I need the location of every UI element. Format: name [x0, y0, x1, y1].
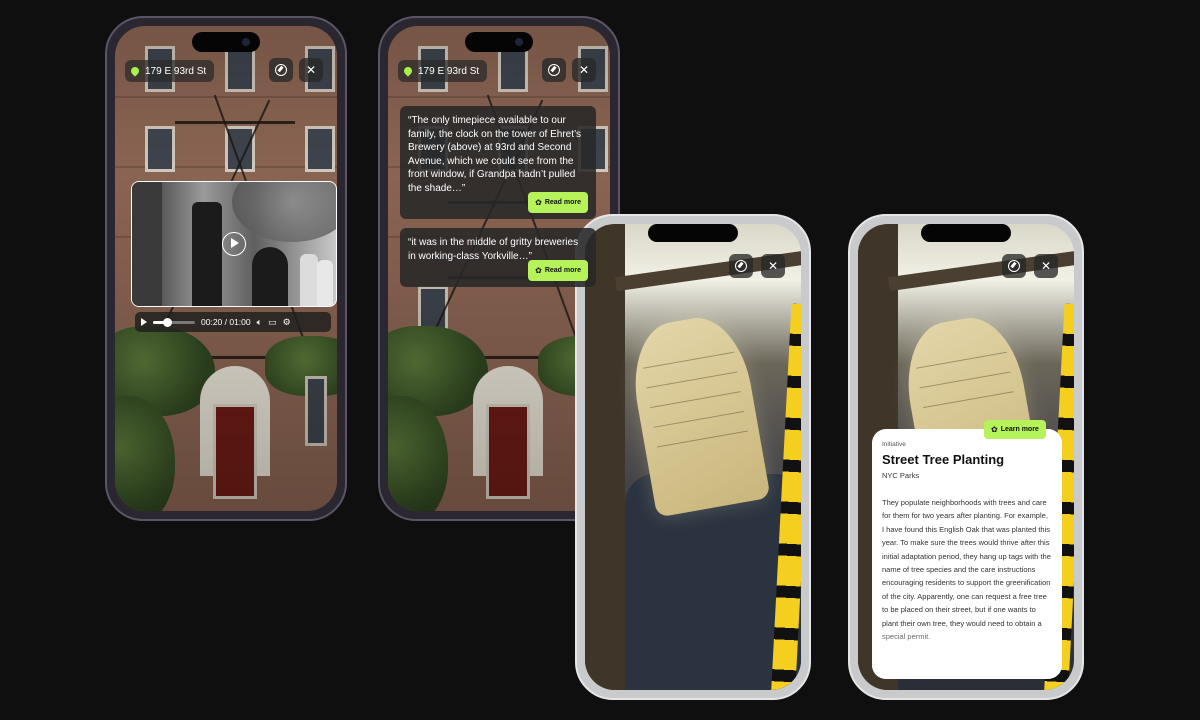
location-label: 179 E 93rd St	[145, 65, 207, 77]
volume-icon[interactable]: 🔈︎	[257, 317, 262, 328]
settings-icon[interactable]: ⚙︎	[283, 317, 291, 328]
info-org: NYC Parks	[882, 471, 920, 480]
close-button[interactable]: ✕	[572, 58, 596, 82]
notch	[192, 32, 260, 52]
compass-button[interactable]	[729, 254, 753, 278]
compass-icon	[1008, 260, 1020, 272]
video-controls: 00:20 / 01:00 🔈︎ ▭ ⚙︎	[135, 312, 331, 332]
phone-tree-tag-screen: ✕	[575, 214, 811, 700]
location-label: 179 E 93rd St	[418, 65, 480, 77]
close-button[interactable]: ✕	[761, 254, 785, 278]
location-pill[interactable]: 179 E 93rd St	[398, 60, 488, 82]
info-kicker: Initiative	[882, 441, 906, 448]
read-more-label: Read more	[544, 198, 581, 206]
phone-video-screen: 179 E 93rd St ✕ 00:20 / 01:00 🔈︎ ▭ ⚙︎	[105, 16, 347, 521]
quote-text-2: “it was in the middle of gritty brewerie…	[408, 237, 579, 262]
close-icon: ✕	[305, 63, 317, 77]
video-player[interactable]	[131, 181, 337, 307]
building-scene: 179 E 93rd St ✕ 00:20 / 01:00 🔈︎ ▭ ⚙︎	[115, 26, 337, 511]
notch	[921, 224, 1011, 242]
compass-icon	[548, 64, 560, 76]
close-button[interactable]: ✕	[1034, 254, 1058, 278]
tree-scene: ✕	[585, 224, 801, 690]
compass-button[interactable]	[542, 58, 566, 82]
learn-more-button[interactable]: ✿ Learn more	[984, 420, 1046, 439]
read-more-button-1[interactable]: ✿ Read more	[528, 191, 588, 213]
read-more-button-2[interactable]: ✿ Read more	[528, 259, 588, 281]
location-pill[interactable]: 179 E 93rd St	[125, 60, 215, 82]
read-more-label: Read more	[544, 266, 581, 274]
play-overlay-icon[interactable]	[222, 232, 246, 256]
quote-card-1: “The only timepiece available to our fam…	[400, 106, 596, 219]
play-icon[interactable]	[141, 318, 147, 326]
close-button[interactable]: ✕	[299, 58, 323, 82]
info-title: Street Tree Planting	[882, 452, 1005, 467]
notch	[465, 32, 533, 52]
close-icon: ✕	[1040, 259, 1052, 273]
quote-text-1: “The only timepiece available to our fam…	[408, 115, 582, 194]
compass-button[interactable]	[1002, 254, 1026, 278]
tree-scene: ✕ ✿ Learn more Initiative Street Tree Pl…	[858, 224, 1074, 690]
compass-icon	[275, 64, 287, 76]
location-pin-icon	[402, 65, 414, 77]
notch	[648, 224, 738, 242]
sprout-icon: ✿	[535, 265, 542, 275]
progress-slider[interactable]	[153, 317, 195, 327]
compass-icon	[735, 260, 747, 272]
time-readout: 00:20 / 01:00	[201, 317, 251, 327]
close-icon: ✕	[767, 259, 779, 273]
close-icon: ✕	[578, 63, 590, 77]
sprout-icon: ✿	[991, 425, 998, 434]
sprout-icon: ✿	[535, 197, 542, 207]
text-fade	[872, 625, 1062, 679]
learn-more-label: Learn more	[1000, 426, 1039, 433]
caption-icon[interactable]: ▭	[268, 317, 277, 328]
phone-tree-info-screen: ✕ ✿ Learn more Initiative Street Tree Pl…	[848, 214, 1084, 700]
quote-card-2: “it was in the middle of gritty brewerie…	[400, 228, 596, 287]
info-card: Initiative Street Tree Planting NYC Park…	[872, 429, 1062, 679]
location-pin-icon	[129, 65, 141, 77]
info-body: They populate neighborhoods with trees a…	[882, 498, 1051, 641]
compass-button[interactable]	[269, 58, 293, 82]
